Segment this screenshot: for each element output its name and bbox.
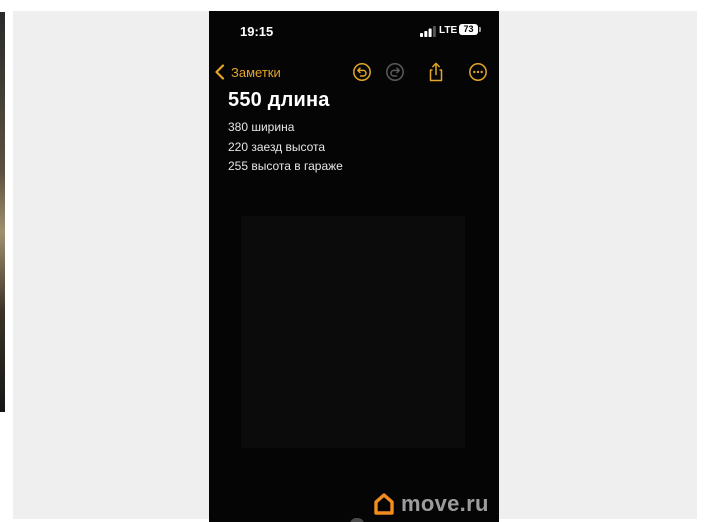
note-title[interactable]: 550 длина	[228, 89, 488, 112]
house-icon	[374, 493, 394, 515]
battery-indicator: 73	[459, 24, 481, 35]
status-time: 19:15	[240, 24, 274, 39]
nav-bar: Заметки	[209, 51, 499, 91]
status-bar: 19:15 LTE 73	[209, 11, 499, 51]
watermark: move.ru	[373, 491, 489, 517]
note-line[interactable]: 255 высота в гараже	[228, 157, 488, 177]
share-button[interactable]	[426, 62, 446, 82]
home-indicator-fragment	[350, 518, 364, 522]
undo-icon	[353, 63, 371, 81]
faded-overlay	[241, 216, 465, 448]
more-button[interactable]	[468, 62, 488, 82]
note-line[interactable]: 220 заезд высота	[228, 138, 488, 158]
phone-screen: 19:15 LTE 73 Заметки 550 длина 380 ширин…	[209, 11, 499, 522]
redo-icon	[386, 63, 404, 81]
chevron-left-icon	[215, 64, 225, 80]
adjacent-image-strip	[0, 12, 5, 412]
network-type: LTE	[439, 25, 458, 36]
more-icon	[469, 63, 487, 81]
share-icon	[429, 62, 443, 82]
undo-button[interactable]	[352, 62, 372, 82]
back-button[interactable]: Заметки	[214, 61, 281, 83]
watermark-text: move.ru	[401, 491, 489, 516]
back-label: Заметки	[231, 64, 281, 80]
note-body[interactable]: 550 длина 380 ширина 220 заезд высота 25…	[228, 89, 488, 177]
note-line[interactable]: 380 ширина	[228, 118, 488, 138]
redo-button[interactable]	[385, 62, 405, 82]
signal-bars-icon	[420, 26, 436, 37]
